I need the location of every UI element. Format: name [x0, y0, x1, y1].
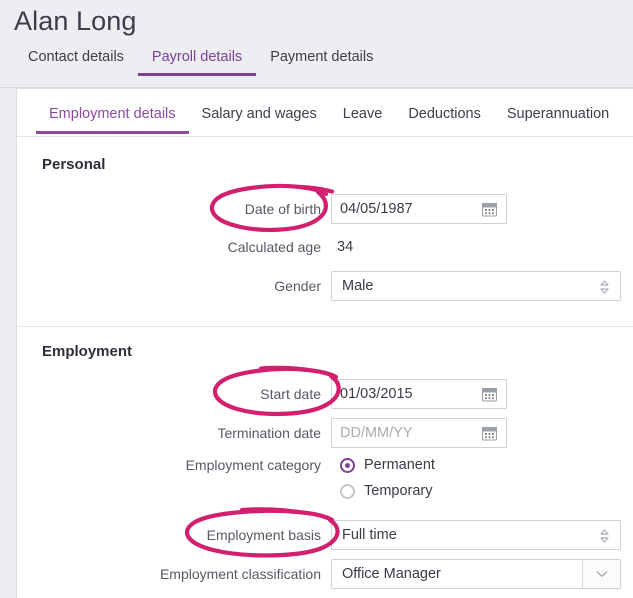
- field-calculated-age: Calculated age 34: [31, 232, 354, 262]
- payroll-details-card: Employment details Salary and wages Leav…: [16, 88, 633, 598]
- date-of-birth-label: Date of birth: [244, 201, 321, 217]
- radio-temporary-indicator[interactable]: [340, 483, 355, 499]
- field-employment-classification: Employment classification Office Manager: [31, 559, 621, 589]
- calendar-icon[interactable]: [482, 387, 497, 402]
- employment-basis-value: Full time: [342, 527, 397, 543]
- employment-classification-label: Employment classification: [159, 566, 321, 582]
- date-of-birth-value: 04/05/1987: [340, 201, 413, 217]
- field-employment-basis: Employment basis Full time: [31, 520, 621, 550]
- start-date-label: Start date: [260, 386, 321, 402]
- calculated-age-label: Calculated age: [227, 239, 321, 255]
- employment-classification-combo[interactable]: Office Manager: [331, 559, 621, 589]
- page-title: Alan Long: [14, 6, 137, 36]
- up-down-stepper-icon[interactable]: [599, 528, 610, 544]
- tab-payment-details[interactable]: Payment details: [256, 48, 387, 76]
- field-start-date: Start date 01/03/2015: [31, 379, 507, 409]
- section-divider: [17, 326, 633, 327]
- field-termination-date: Termination date DD/MM/YY: [31, 418, 507, 448]
- employment-classification-dropdown-button[interactable]: [582, 560, 620, 588]
- section-title-personal: Personal: [42, 156, 106, 173]
- gender-select[interactable]: Male: [331, 271, 621, 301]
- start-date-input[interactable]: 01/03/2015: [331, 379, 507, 409]
- field-gender: Gender Male: [31, 271, 621, 301]
- calendar-icon[interactable]: [482, 202, 497, 217]
- chevron-down-icon: [596, 565, 608, 583]
- gender-value: Male: [342, 278, 374, 294]
- termination-date-placeholder: DD/MM/YY: [340, 425, 413, 441]
- calculated-age-value: 34: [337, 239, 354, 255]
- page-header: Alan Long Contact details Payroll detail…: [0, 0, 633, 88]
- main-tab-bar: Contact details Payroll details Payment …: [14, 48, 387, 76]
- subtab-employment-details[interactable]: Employment details: [36, 105, 189, 134]
- subtab-expenses[interactable]: Expens: [622, 105, 633, 134]
- subtab-superannuation[interactable]: Superannuation: [494, 105, 622, 134]
- gender-label: Gender: [274, 278, 321, 294]
- calendar-icon[interactable]: [482, 426, 497, 441]
- employment-basis-select[interactable]: Full time: [331, 520, 621, 550]
- tab-contact-details[interactable]: Contact details: [14, 48, 138, 76]
- termination-date-input[interactable]: DD/MM/YY: [331, 418, 507, 448]
- section-title-employment: Employment: [42, 343, 133, 360]
- subtab-leave[interactable]: Leave: [330, 105, 396, 134]
- employment-classification-value: Office Manager: [342, 566, 441, 582]
- date-of-birth-input[interactable]: 04/05/1987: [331, 194, 507, 224]
- sub-tab-bar: Employment details Salary and wages Leav…: [17, 105, 633, 137]
- employment-basis-label: Employment basis: [206, 527, 321, 543]
- app-window: Alan Long Contact details Payroll detail…: [0, 0, 633, 598]
- radio-temporary-label: Temporary: [364, 483, 433, 499]
- tab-payroll-details[interactable]: Payroll details: [137, 48, 257, 76]
- start-date-value: 01/03/2015: [340, 386, 413, 402]
- employment-category-label: Employment category: [185, 457, 321, 473]
- radio-permanent-indicator[interactable]: [340, 457, 355, 473]
- subtab-deductions[interactable]: Deductions: [395, 105, 494, 134]
- subtab-salary-and-wages[interactable]: Salary and wages: [189, 105, 330, 134]
- termination-date-label: Termination date: [217, 425, 321, 441]
- radio-permanent[interactable]: Permanent: [340, 453, 435, 477]
- radio-permanent-label: Permanent: [364, 457, 435, 473]
- field-date-of-birth: Date of birth 04/05/1987: [31, 194, 507, 224]
- radio-temporary[interactable]: Temporary: [340, 479, 433, 503]
- field-employment-category: Employment category: [31, 454, 331, 476]
- up-down-stepper-icon[interactable]: [599, 279, 610, 295]
